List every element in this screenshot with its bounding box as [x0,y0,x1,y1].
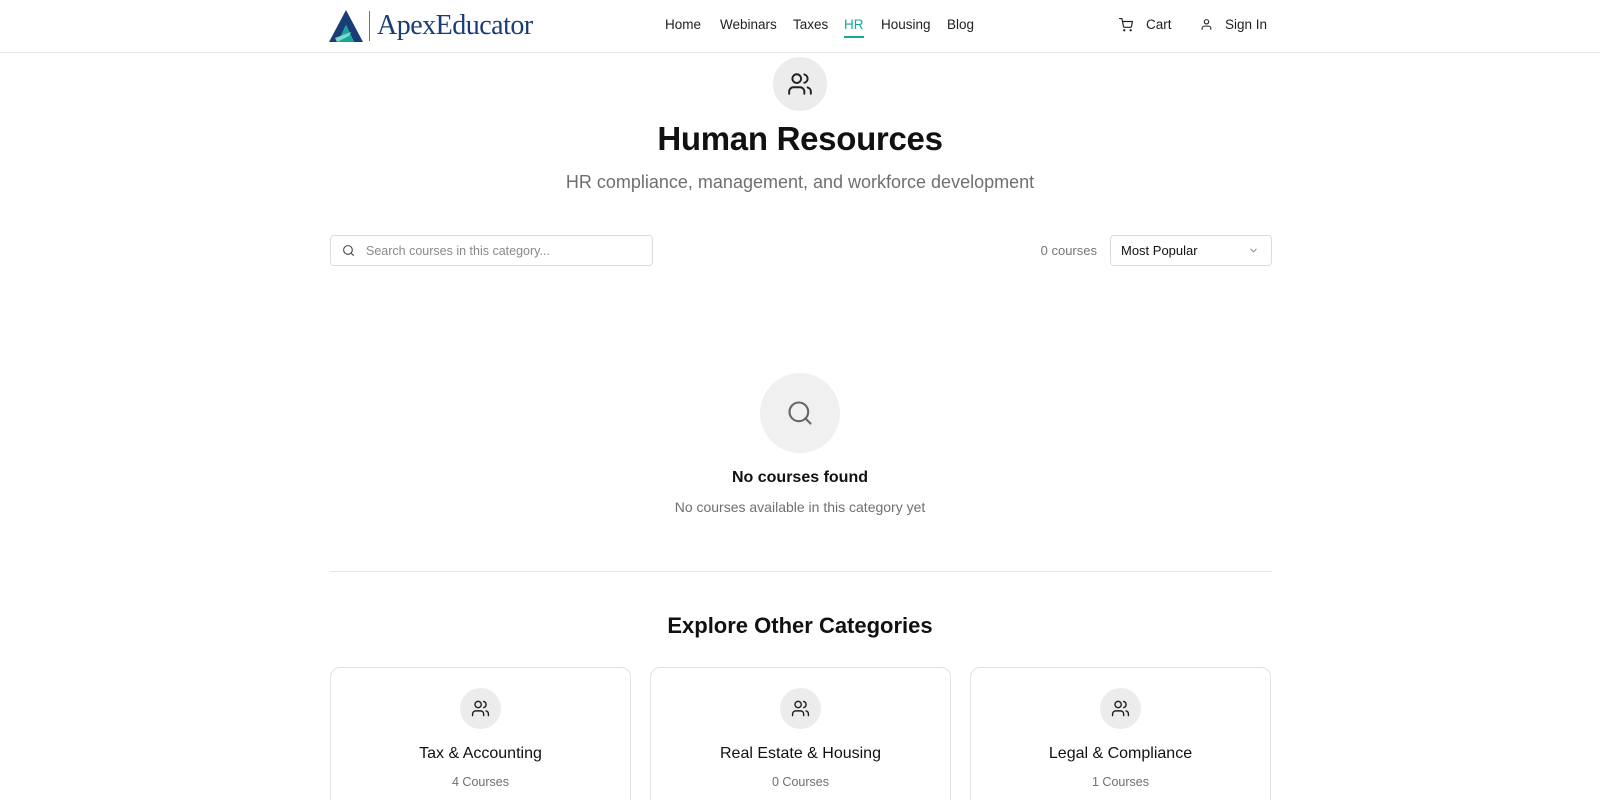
page-title: Human Resources [657,120,943,157]
course-count: 0 courses [1040,243,1097,258]
category-card-legal-compliance[interactable]: Legal & Compliance 1 Courses [970,667,1271,800]
category-icon-badge [773,57,827,111]
sign-in-button[interactable]: Sign In [1200,17,1267,32]
active-nav-indicator [844,36,864,38]
nav-item-webinars[interactable]: Webinars [720,17,777,32]
category-card-title: Tax & Accounting [419,745,542,762]
page-subtitle: HR compliance, management, and workforce… [565,172,1035,192]
users-icon [791,700,810,717]
user-icon [1201,19,1212,30]
users-icon [471,700,490,717]
nav-item-hr[interactable]: HR [844,17,864,38]
search-icon [788,401,812,425]
cart-icon [1119,17,1133,31]
category-card-real-estate-housing[interactable]: Real Estate & Housing 0 Courses [650,667,951,800]
search-input[interactable] [366,243,636,258]
category-card-icon-badge [1100,688,1141,729]
category-card-tax-accounting[interactable]: Tax & Accounting 4 Courses [330,667,631,800]
nav-item-hr-label: HR [844,17,864,32]
category-card-count: 1 Courses [1092,775,1149,789]
nav-item-home[interactable]: Home [665,17,701,32]
category-card-title: Real Estate & Housing [720,745,881,762]
empty-state-icon-badge [760,373,840,453]
empty-state-subtitle: No courses available in this category ye… [674,499,926,515]
users-icon [1111,700,1130,717]
empty-state-title: No courses found [731,469,868,486]
category-card-count: 0 Courses [772,775,829,789]
category-card-title: Legal & Compliance [1048,745,1193,762]
sign-in-label: Sign In [1225,17,1268,32]
main-nav: Home Webinars Taxes HR Housing Blog Cart… [0,0,1600,52]
course-search-field [330,235,653,266]
category-card-icon-badge [780,688,821,729]
search-icon [343,245,354,256]
nav-item-taxes[interactable]: Taxes [793,17,828,32]
sort-dropdown[interactable]: Most Popular [1110,235,1272,266]
explore-title: Explore Other Categories [667,613,933,638]
cart-button[interactable]: Cart [1119,17,1172,32]
site-header: ApexEducator Home Webinars Taxes HR Hous… [0,0,1600,53]
sort-selected-value: Most Popular [1121,243,1198,258]
chevron-down-icon [1250,248,1257,253]
nav-item-housing[interactable]: Housing [881,17,931,32]
section-divider [330,571,1272,572]
nav-item-blog[interactable]: Blog [947,17,974,32]
category-card-icon-badge [460,688,501,729]
users-icon [788,73,812,95]
category-card-count: 4 Courses [452,775,509,789]
cart-label: Cart [1146,17,1172,32]
